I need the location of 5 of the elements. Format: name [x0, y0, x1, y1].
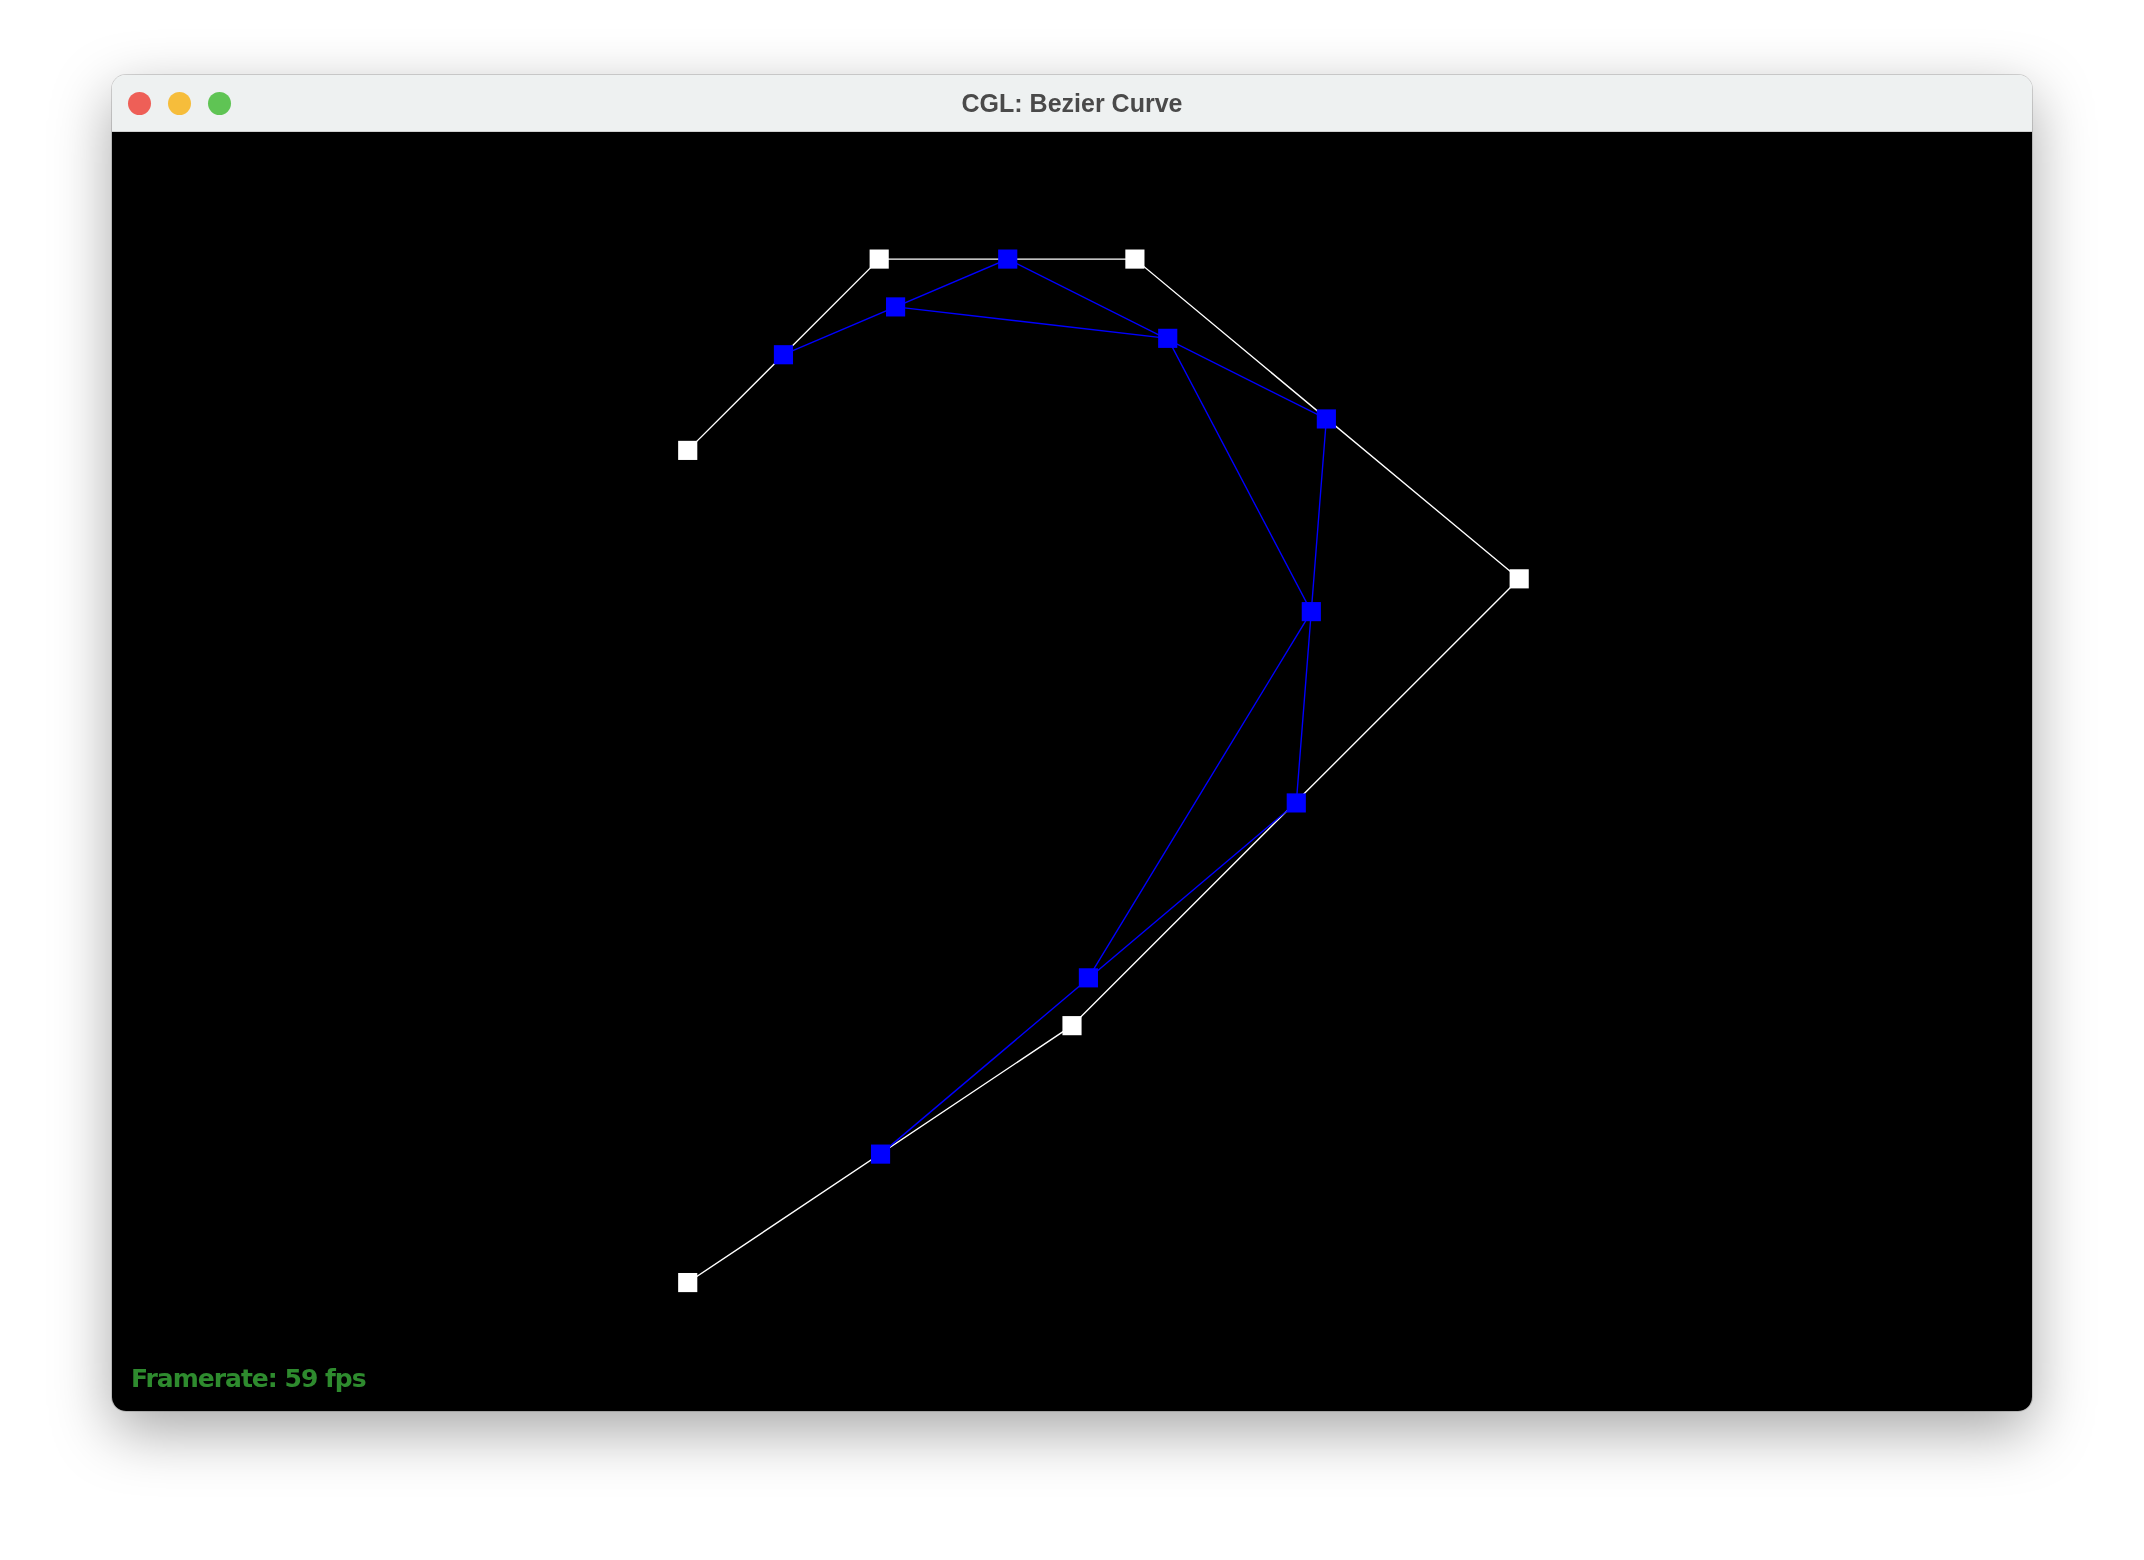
window-title: CGL: Bezier Curve [961, 88, 1183, 118]
framerate-label: Framerate: 59 fps [131, 1364, 366, 1393]
zoom-button[interactable] [208, 91, 231, 115]
minimize-button[interactable] [168, 91, 191, 115]
close-button[interactable] [128, 91, 151, 115]
